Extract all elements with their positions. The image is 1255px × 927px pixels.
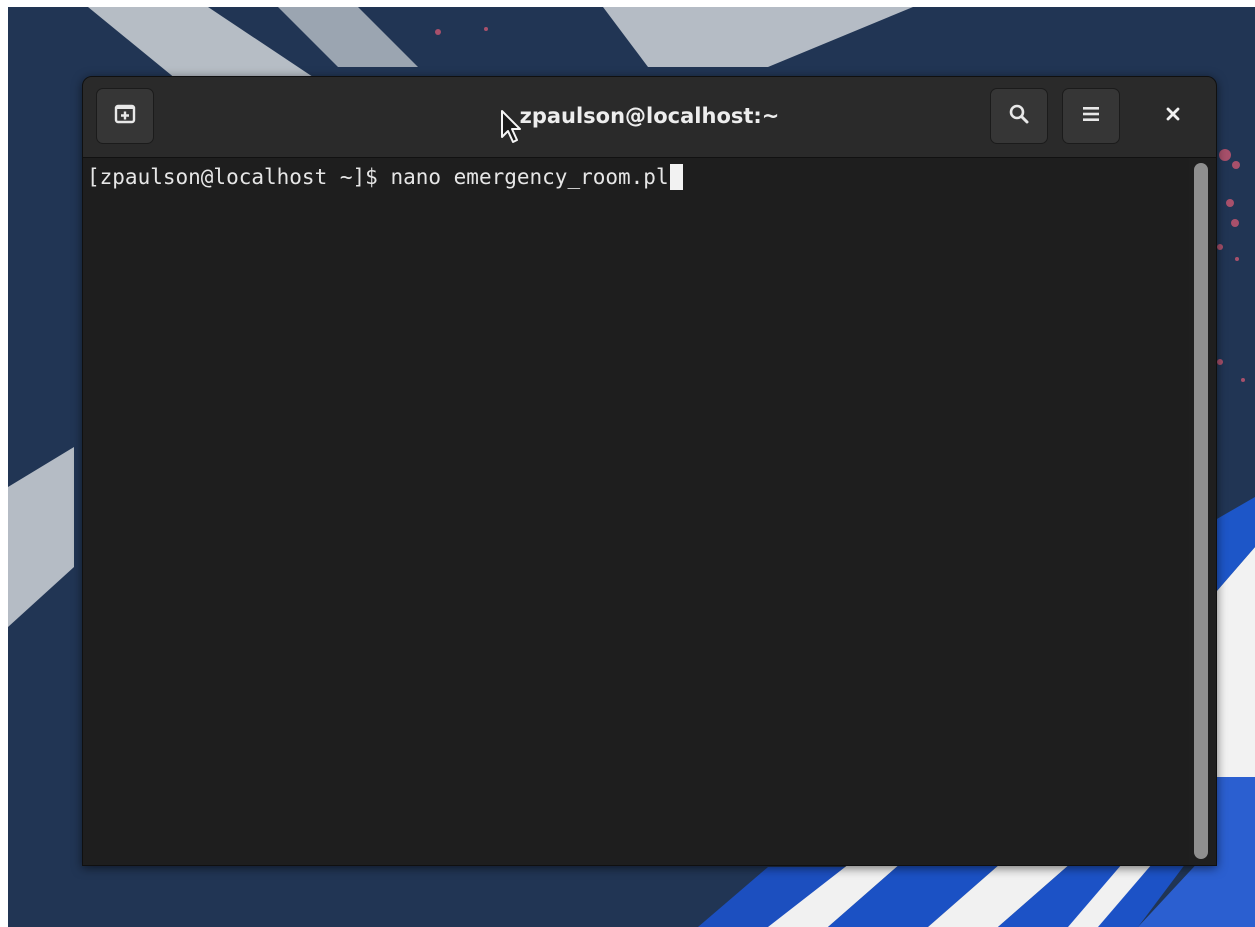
headerbar: zpaulson@localhost:~ [83, 77, 1216, 158]
scrollbar-thumb[interactable] [1194, 163, 1208, 859]
terminal-window: zpaulson@localhost:~ [zpaulson@localhost… [82, 76, 1217, 866]
mouse-pointer-icon [500, 109, 524, 149]
menu-button[interactable] [1062, 88, 1120, 144]
shell-prompt: [zpaulson@localhost ~]$ [87, 165, 391, 189]
desktop-background: zpaulson@localhost:~ [zpaulson@localhost… [8, 7, 1255, 927]
search-icon [1007, 102, 1031, 130]
typed-command: nano emergency_room.pl [390, 165, 669, 189]
close-icon [1164, 105, 1182, 127]
new-tab-button[interactable] [96, 88, 154, 144]
search-button[interactable] [990, 88, 1048, 144]
new-tab-icon [113, 102, 137, 130]
close-button[interactable] [1145, 88, 1201, 144]
command-line: [zpaulson@localhost ~]$ nano emergency_r… [87, 163, 683, 191]
text-cursor [669, 164, 683, 190]
hamburger-menu-icon [1080, 103, 1102, 129]
terminal-area[interactable]: [zpaulson@localhost ~]$ nano emergency_r… [83, 158, 1188, 865]
